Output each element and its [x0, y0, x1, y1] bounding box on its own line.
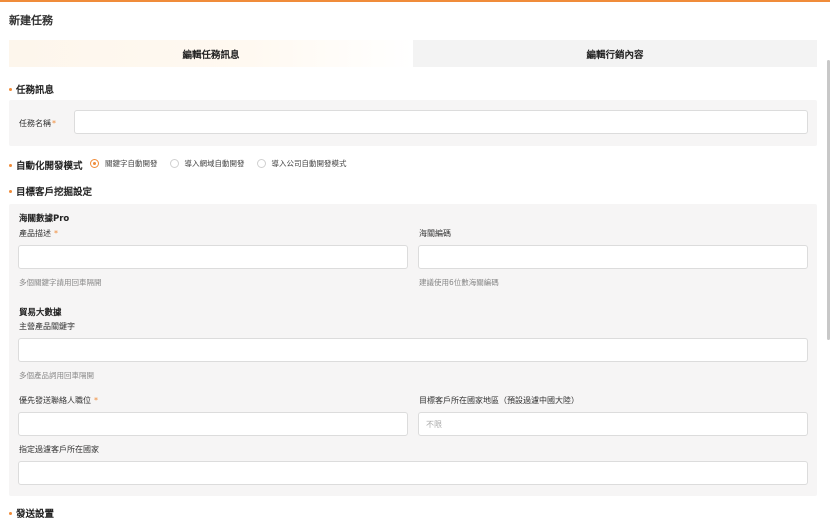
radio-keyword-auto[interactable]: 關鍵字自動開發 — [90, 158, 158, 169]
main-keyword-hint: 多個產品詞用回車隔開 — [19, 371, 94, 380]
bullet-dot — [9, 163, 12, 167]
radio-unselected-icon — [169, 159, 179, 168]
section-auto-dev: 自動化開發模式 — [9, 158, 83, 172]
section-send-settings: 發送設置 — [9, 506, 54, 520]
bullet-dot — [9, 87, 12, 91]
top-accent-line — [0, 0, 830, 2]
hs-code-hint: 建議使用6位數海關編碼 — [419, 278, 499, 287]
region-label: 目標客戶所在國家地區（預設過濾中國大陸） — [419, 396, 579, 405]
radio-unselected-icon — [256, 159, 266, 168]
section-target-customer-title: 目標客戶挖掘設定 — [16, 187, 93, 198]
tab-edit-marketing-content[interactable]: 編輯行銷內容 — [413, 40, 817, 67]
section-task-info-title: 任務訊息 — [16, 85, 55, 96]
filter-country-input[interactable] — [18, 461, 808, 485]
hs-code-label: 海關編碼 — [419, 229, 451, 238]
hs-code-input[interactable] — [418, 245, 808, 269]
tab-edit-task-info[interactable]: 編輯任務訊息 — [9, 40, 413, 67]
task-name-label: 任務名稱* — [19, 119, 56, 128]
trade-data-title: 貿易大數據 — [19, 308, 62, 318]
main-keyword-input[interactable] — [18, 338, 808, 362]
radio-domain-import[interactable]: 導入網域自動開發 — [169, 158, 245, 169]
task-name-input[interactable] — [74, 110, 808, 134]
radio-company-import[interactable]: 導入公司自動開發模式 — [256, 158, 347, 169]
customs-data-title: 海關數據Pro — [19, 214, 70, 224]
radio-company-import-label: 導入公司自動開發模式 — [271, 159, 347, 168]
section-auto-dev-title: 自動化開發模式 — [16, 161, 83, 172]
main-keyword-label: 主營產品關鍵字 — [19, 322, 75, 331]
section-target-customer: 目標客戶挖掘設定 — [9, 184, 92, 198]
radio-domain-import-label: 導入網域自動開發 — [184, 159, 245, 168]
filter-country-label: 指定過濾客戶所在國家 — [19, 445, 99, 454]
section-task-info: 任務訊息 — [9, 82, 54, 96]
product-desc-label: 產品描述 * — [19, 229, 58, 238]
product-desc-hint: 多個關鍵字請用回車隔開 — [19, 278, 102, 287]
auto-dev-radio-group: 關鍵字自動開發 導入網域自動開發 導入公司自動開發模式 — [90, 158, 359, 169]
section-send-settings-title: 發送設置 — [16, 509, 55, 520]
region-select[interactable]: 不限 — [418, 412, 808, 436]
bullet-dot — [9, 511, 12, 515]
bullet-dot — [9, 189, 12, 193]
product-desc-input[interactable] — [18, 245, 408, 269]
tab-bar: 編輯任務訊息 編輯行銷內容 — [9, 40, 817, 67]
contact-title-input[interactable] — [18, 412, 408, 436]
contact-title-label: 優先發送聯絡人職位 * — [19, 396, 98, 405]
radio-selected-icon — [90, 159, 99, 168]
page-title: 新建任務 — [9, 14, 53, 27]
radio-keyword-auto-label: 關鍵字自動開發 — [105, 159, 158, 168]
